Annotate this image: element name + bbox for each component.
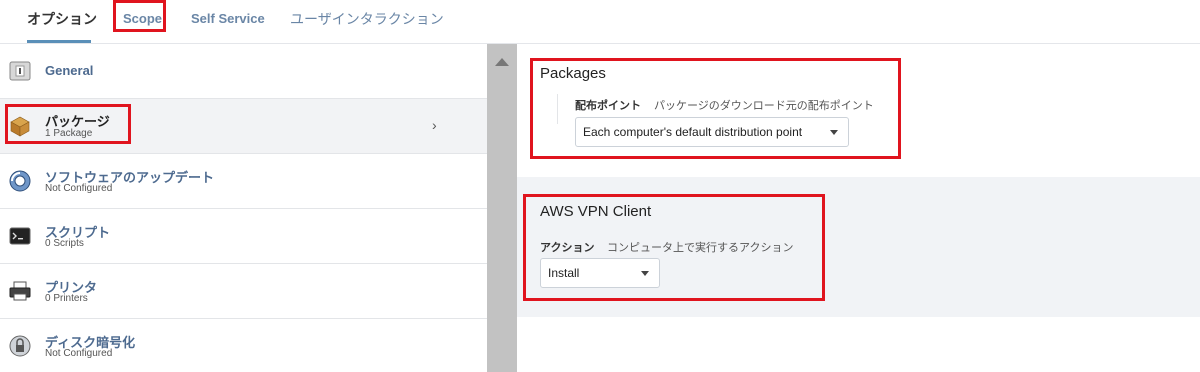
sidebar-scrollbar[interactable] [487, 44, 517, 372]
tab-self-service[interactable]: Self Service [191, 8, 265, 30]
software-update-icon [9, 170, 31, 192]
sidebar-item-subtitle: Not Configured [45, 348, 113, 359]
scroll-up-arrow-icon[interactable] [495, 58, 509, 66]
sidebar-item-subtitle: Not Configured [45, 183, 113, 194]
highlight-box-package-item [523, 194, 825, 301]
terminal-icon [9, 227, 31, 245]
printer-icon [9, 281, 31, 301]
sidebar: General パッケージ 1 Package › ソフトウェアのアップデート … [0, 44, 487, 372]
disk-encryption-icon [9, 335, 31, 357]
tab-options[interactable]: オプション [27, 8, 97, 30]
sidebar-item-printers[interactable]: プリンタ 0 Printers [0, 264, 487, 319]
sidebar-item-software-update[interactable]: ソフトウェアのアップデート Not Configured [0, 154, 487, 209]
sidebar-item-subtitle: 0 Scripts [45, 238, 84, 249]
highlight-box-packages-item [5, 104, 131, 144]
active-tab-indicator [27, 40, 91, 43]
sidebar-item-general[interactable]: General [0, 44, 487, 99]
sidebar-item-label: General [45, 63, 94, 78]
highlight-box-packages [530, 58, 901, 159]
tab-bar: オプション Scope Self Service ユーザインタラクション [0, 0, 1200, 44]
sidebar-item-subtitle: 0 Printers [45, 293, 88, 304]
general-icon [9, 61, 31, 81]
sidebar-item-scripts[interactable]: スクリプト 0 Scripts [0, 209, 487, 264]
sidebar-item-disk-encryption[interactable]: ディスク暗号化 Not Configured [0, 319, 487, 372]
tab-user-interaction[interactable]: ユーザインタラクション [290, 8, 444, 30]
chevron-right-icon: › [432, 117, 437, 133]
highlight-box-scope [113, 0, 166, 32]
